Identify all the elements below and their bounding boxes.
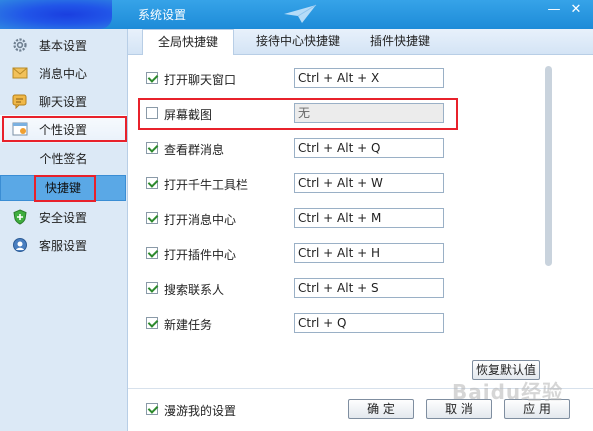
ok-button[interactable]: 确 定	[348, 399, 414, 419]
shortcut-label: 打开插件中心	[164, 248, 237, 262]
shortcut-label: 搜索联系人	[164, 283, 225, 297]
sidebar-item-label: 聊天设置	[39, 94, 88, 109]
sidebar-item-label: 消息中心	[39, 66, 88, 81]
minimize-button[interactable]: —	[545, 2, 563, 18]
chat-icon	[12, 94, 27, 109]
hotkey-field[interactable]: Ctrl + Alt + Q	[294, 138, 444, 158]
sidebar: 基本设置 消息中心 聊天设置 个性设置 个性签名 快捷键 安全设置 客服设置	[0, 29, 128, 431]
tab-global-hotkeys[interactable]: 全局快捷键	[142, 29, 234, 56]
hotkey-field[interactable]: Ctrl + Alt + W	[294, 173, 444, 193]
paper-plane-icon	[284, 4, 317, 23]
sidebar-item-security[interactable]: 安全设置	[0, 203, 127, 231]
roaming-checkbox[interactable]	[146, 403, 158, 415]
sidebar-item-chat[interactable]: 聊天设置	[0, 87, 127, 115]
tab-bar: 全局快捷键 接待中心快捷键 插件快捷键	[128, 29, 593, 56]
headset-icon	[13, 238, 27, 252]
gear-icon	[13, 38, 27, 52]
tab-plugin-hotkeys[interactable]: 插件快捷键	[350, 29, 450, 54]
shortcut-checkbox[interactable]	[146, 247, 158, 259]
close-button[interactable]: ✕	[567, 2, 585, 18]
hotkey-field[interactable]: Ctrl + Alt + X	[294, 68, 444, 88]
sidebar-item-service[interactable]: 客服设置	[0, 231, 127, 259]
envelope-icon	[12, 67, 28, 79]
hotkey-field[interactable]: Ctrl + Alt + S	[294, 278, 444, 298]
shortcut-label: 查看群消息	[164, 143, 225, 157]
shortcut-label: 打开消息中心	[164, 213, 237, 227]
hotkey-field[interactable]: Ctrl + Q	[294, 313, 444, 333]
shield-icon	[13, 209, 27, 225]
redacted-region	[0, 0, 112, 29]
shortcut-checkbox[interactable]	[146, 282, 158, 294]
highlight-box-screenshot-row	[138, 98, 458, 130]
title-bar: 系统设置 — ✕	[0, 0, 593, 29]
sidebar-item-label: 基本设置	[39, 38, 88, 53]
highlight-box-hotkeys	[34, 175, 96, 202]
sidebar-item-message-center[interactable]: 消息中心	[0, 59, 127, 87]
hotkey-field[interactable]: Ctrl + Alt + M	[294, 208, 444, 228]
highlight-box-personalize	[2, 116, 127, 142]
shortcut-checkbox[interactable]	[146, 142, 158, 154]
shortcut-label: 打开千牛工具栏	[164, 178, 249, 192]
hotkey-field[interactable]: Ctrl + Alt + H	[294, 243, 444, 263]
sidebar-item-label: 客服设置	[39, 238, 88, 253]
scrollbar-thumb[interactable]	[545, 66, 552, 266]
sidebar-subitem-signature[interactable]: 个性签名	[0, 147, 127, 171]
shortcut-checkbox[interactable]	[146, 72, 158, 84]
sidebar-item-label: 安全设置	[39, 210, 88, 225]
tab-reception-hotkeys[interactable]: 接待中心快捷键	[238, 29, 358, 54]
shortcut-label: 新建任务	[164, 318, 213, 332]
roaming-label: 漫游我的设置	[164, 404, 237, 418]
watermark-text: Baidu经验	[452, 380, 564, 404]
window-title: 系统设置	[138, 8, 187, 22]
shortcut-label: 打开聊天窗口	[164, 73, 237, 87]
shortcut-checkbox[interactable]	[146, 317, 158, 329]
shortcut-checkbox[interactable]	[146, 212, 158, 224]
shortcut-checkbox[interactable]	[146, 177, 158, 189]
sidebar-item-basic[interactable]: 基本设置	[0, 31, 127, 59]
